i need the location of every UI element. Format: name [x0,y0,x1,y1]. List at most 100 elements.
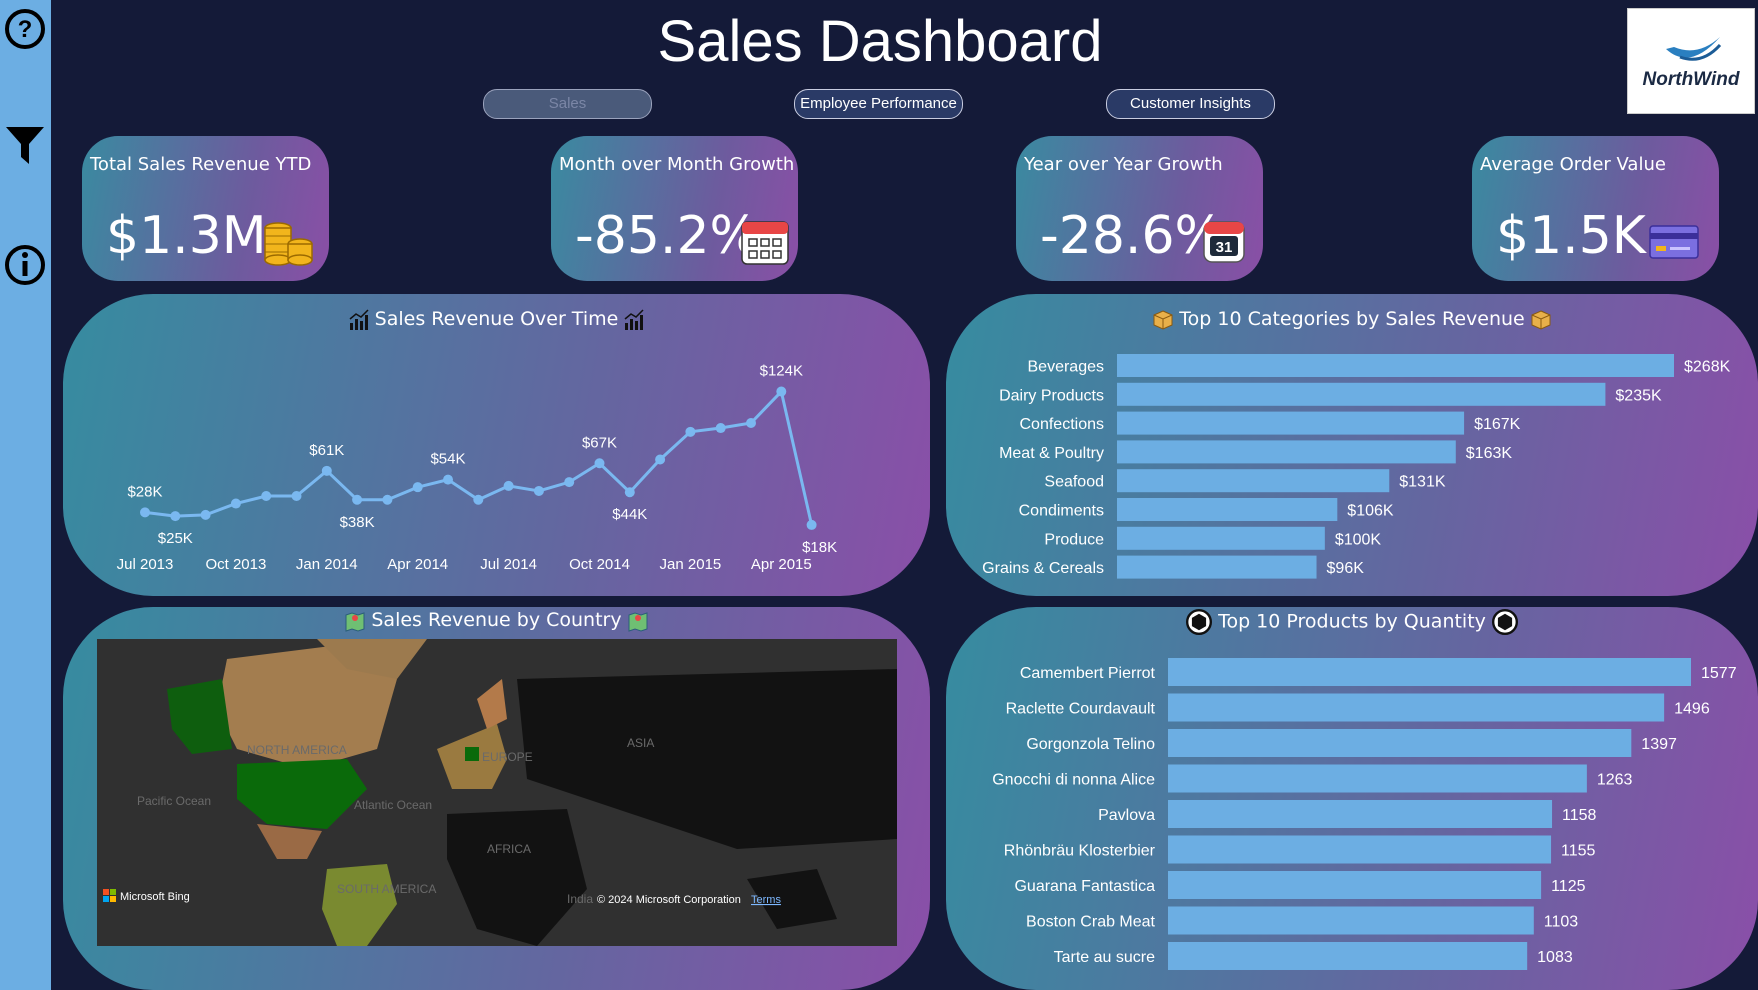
map-label: AFRICA [487,842,531,856]
line-point [200,509,211,520]
data-label: $44K [612,506,647,523]
map-title: Sales Revenue by Country [371,609,622,631]
category-label: Gnocchi di nonna Alice [992,772,1155,789]
bar [1117,498,1338,521]
map-terms-link[interactable]: Terms [751,894,781,906]
bar-value-label: $131K [1399,474,1446,491]
category-label: Meat & Poultry [999,445,1104,462]
line-point [564,477,575,488]
line-point [624,487,635,498]
category-label: Camembert Pierrot [1020,665,1156,682]
bar-value-label: 1158 [1562,807,1597,824]
category-label: Boston Crab Meat [1026,914,1156,931]
kpi-value: -85.2% [575,206,759,266]
category-label: Rhönbräu Klosterbier [1004,843,1156,860]
filter-icon[interactable] [4,124,46,166]
kpi-value: -28.6% [1040,206,1224,266]
category-label: Pavlova [1098,807,1155,824]
bar [1117,555,1317,579]
bar-value-label: $167K [1474,416,1521,433]
line-point [382,494,393,505]
bar-value-label: 1496 [1674,701,1710,718]
northwind-logo: NorthWind [1627,8,1755,114]
data-label: $54K [430,451,465,468]
bar [1168,942,1528,970]
line-point [746,418,756,429]
category-label: Guarana Fantastica [1014,878,1155,895]
bar [1168,871,1542,899]
info-icon[interactable] [4,244,46,286]
line-series [144,388,814,526]
category-label: Grains & Cereals [982,560,1104,577]
kpi-card-yoy-growth: Year over Year Growth -28.6% 31 [1016,136,1263,281]
data-label: $67K [582,434,617,451]
x-tick-label: Oct 2014 [569,556,630,573]
bar-value-label: 1577 [1701,665,1737,682]
calendar-day-icon: 31 [1203,221,1245,263]
line-point [533,485,544,496]
line-point [503,480,514,491]
category-label: Seafood [1044,474,1104,491]
map-label: Atlantic Ocean [354,798,432,812]
data-label: $18K [802,539,837,556]
bar [1168,835,1552,864]
nav-sales-button[interactable]: Sales [483,89,652,119]
world-map[interactable]: NORTH AMERICA EUROPE ASIA Pacific Ocean … [97,639,897,946]
line-point [715,423,726,434]
bar-value-label: $235K [1615,387,1662,404]
data-label: $124K [760,363,803,380]
line-point [685,426,696,437]
line-point [806,519,817,530]
bar [1117,469,1390,493]
sales-over-time-panel: Sales Revenue Over Time $28K $25K $61K $38K… [63,294,930,596]
bar [1117,526,1325,550]
map-label: Pacific Ocean [137,794,211,808]
line-point [655,454,666,465]
kpi-card-total-sales: Total Sales Revenue YTD $1.3M [82,136,329,281]
coins-icon [264,222,313,266]
category-label: Beverages [1028,359,1105,376]
x-tick-label: Jan 2014 [296,556,358,573]
map-label: NORTH AMERICA [247,743,347,757]
map-label: SOUTH AMERICA [337,882,436,896]
kpi-label: Total Sales Revenue YTD [90,154,312,175]
calendar-icon [741,221,789,265]
nav-customer-insights-button[interactable]: Customer Insights [1106,89,1275,119]
kpi-card-mom-growth: Month over Month Growth -85.2% [551,136,798,281]
bar [1168,658,1691,686]
help-icon[interactable]: ? [4,8,46,50]
page-title: Sales Dashboard [657,9,1103,74]
nav-employee-performance-button[interactable]: Employee Performance [794,89,963,119]
line-point [473,494,484,505]
data-label: $28K [127,483,162,500]
x-tick-label: Jul 2013 [117,556,174,573]
bar [1168,693,1665,722]
line-chart: $28K $25K $61K $38K $54K $67K $44K $124K $18K Jul… [117,363,837,573]
line-point [321,465,332,476]
bar-value-label: $268K [1684,359,1731,376]
line-point [291,490,302,501]
bar-value-label: 1397 [1641,736,1677,753]
kpi-value: $1.5K [1496,206,1646,266]
bar-value-label: $163K [1466,445,1513,462]
bar [1117,411,1465,435]
data-label: $25K [158,530,193,547]
map-icon [345,611,365,632]
bar-value-label: $96K [1327,560,1365,577]
bar [1168,800,1553,828]
category-label: Tarte au sucre [1054,949,1155,966]
line-point [261,490,272,501]
line-point [412,482,423,493]
line-point [140,507,150,518]
sidebar: ? [0,0,51,990]
bar [1168,764,1587,793]
map-icon [628,611,648,632]
category-label: Gorgonzola Telino [1026,736,1155,753]
region-germany [465,747,479,761]
map-copyright: © 2024 Microsoft Corporation [597,894,741,906]
bar-value-label: $100K [1335,531,1382,548]
bar-value-label: 1125 [1551,878,1586,895]
svg-text:?: ? [18,16,33,43]
bar-value-label: 1155 [1561,843,1596,860]
bar-value-label: $106K [1347,503,1394,520]
